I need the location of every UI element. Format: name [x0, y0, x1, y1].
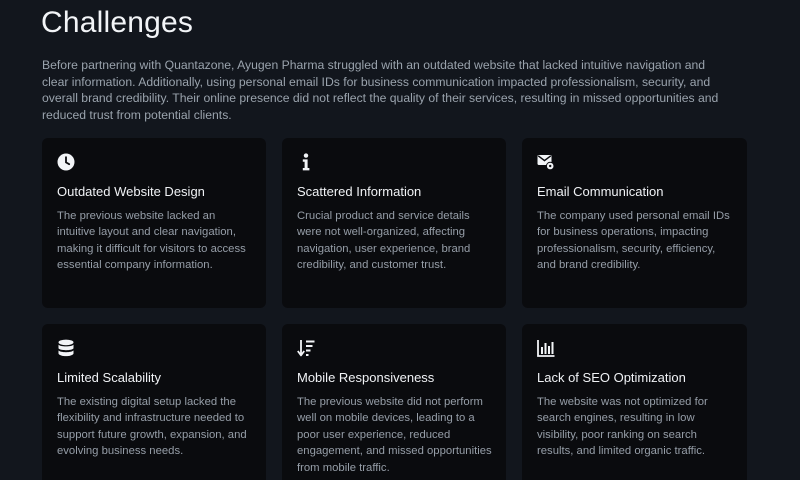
challenge-card-scattered-info: Scattered Information Crucial product an… — [282, 138, 506, 308]
card-title: Lack of SEO Optimization — [537, 370, 686, 385]
challenge-card-outdated-design: Outdated Website Design The previous web… — [42, 138, 266, 308]
card-description: The previous website did not perform wel… — [297, 396, 492, 474]
card-description: The company used personal email IDs for … — [537, 210, 730, 272]
card-title: Outdated Website Design — [57, 184, 205, 199]
card-description: Crucial product and service details were… — [297, 210, 471, 272]
challenge-card-scalability: Limited Scalability The existing digital… — [42, 324, 266, 480]
card-title: Mobile Responsiveness — [297, 370, 435, 385]
card-description: The existing digital setup lacked the fl… — [57, 396, 247, 458]
challenge-card-mobile: Mobile Responsiveness The previous websi… — [282, 324, 506, 480]
challenges-section: Challenges Before partnering with Quanta… — [0, 0, 800, 480]
section-title: Challenges — [41, 6, 194, 39]
card-title: Scattered Information — [297, 184, 422, 199]
card-description: The website was not optimized for search… — [537, 396, 708, 458]
bar-chart-icon — [537, 339, 555, 357]
sort-down-icon — [297, 339, 315, 357]
challenge-card-email: Email Communication The company used per… — [522, 138, 747, 308]
challenge-card-seo: Lack of SEO Optimization The website was… — [522, 324, 747, 480]
card-title: Email Communication — [537, 184, 664, 199]
card-description: The previous website lacked an intuitive… — [57, 210, 246, 272]
info-icon — [297, 153, 315, 171]
clock-icon — [57, 153, 75, 171]
section-intro: Before partnering with Quantazone, Ayuge… — [42, 58, 719, 122]
database-icon — [57, 339, 75, 357]
card-title: Limited Scalability — [57, 370, 162, 385]
challenges-grid: Outdated Website Design The previous web… — [42, 138, 747, 480]
mail-gear-icon — [537, 153, 555, 171]
